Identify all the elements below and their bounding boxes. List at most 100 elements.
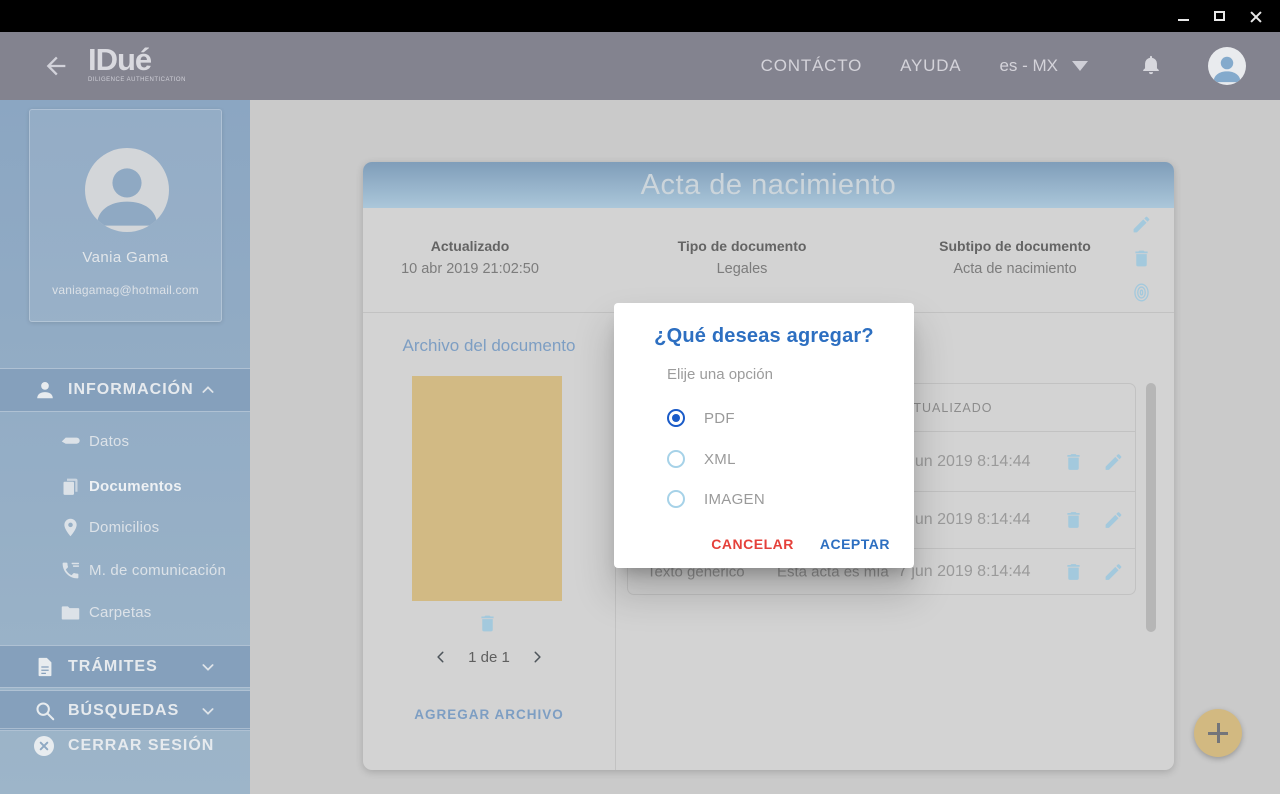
edit-icon[interactable] xyxy=(1131,214,1152,235)
documents-icon xyxy=(60,476,81,497)
pen-icon xyxy=(60,431,81,452)
nav-ayuda[interactable]: AYUDA xyxy=(900,56,961,76)
trash-icon[interactable] xyxy=(1131,248,1152,269)
add-file-button[interactable]: AGREGAR ARCHIVO xyxy=(363,707,615,722)
field-value: Acta de nacimiento xyxy=(953,261,1077,277)
section-label: BÚSQUEDAS xyxy=(68,701,180,719)
edit-icon[interactable] xyxy=(1103,451,1124,472)
logout-button[interactable]: CERRAR SESIÓN xyxy=(0,728,250,762)
pagination-label: 1 de 1 xyxy=(468,648,510,666)
minimize-button[interactable] xyxy=(1176,9,1190,23)
trash-icon[interactable] xyxy=(477,613,498,634)
close-button[interactable] xyxy=(1248,9,1262,23)
trash-icon[interactable] xyxy=(1063,510,1084,531)
radio-imagen[interactable] xyxy=(667,490,685,508)
location-pin-icon xyxy=(60,517,81,538)
cell-fecha: 7 jun 2019 8:14:44 xyxy=(898,563,1031,580)
add-file-dialog: ¿Qué deseas agregar? Elije una opción PD… xyxy=(614,303,914,568)
os-titlebar xyxy=(0,0,1280,32)
edit-icon[interactable] xyxy=(1103,562,1124,583)
option-imagen[interactable]: IMAGEN xyxy=(667,484,887,514)
item-label: Carpetas xyxy=(89,603,152,621)
document-title: Acta de nacimiento xyxy=(640,168,897,201)
close-icon xyxy=(1249,10,1262,23)
chevron-down-icon xyxy=(200,659,216,675)
maximize-icon xyxy=(1213,11,1225,21)
trash-icon[interactable] xyxy=(1063,451,1084,472)
section-label: INFORMACIÓN xyxy=(68,381,194,398)
nav-contacto[interactable]: CONTÁCTO xyxy=(761,56,862,76)
language-selector[interactable]: es - MX xyxy=(999,56,1088,76)
fingerprint-icon[interactable] xyxy=(1131,282,1152,303)
bell-icon xyxy=(1143,55,1159,75)
dialog-title: ¿Qué deseas agregar? xyxy=(654,325,874,347)
field-label: Subtipo de documento xyxy=(939,238,1091,254)
sidebar-item-documentos[interactable]: Documentos xyxy=(0,470,250,502)
field-tipo: Tipo de documento Legales xyxy=(632,238,852,277)
cell-fecha: 7 jun 2019 8:14:44 xyxy=(898,452,1031,470)
person-icon xyxy=(96,168,158,226)
person-icon xyxy=(34,379,56,401)
back-button[interactable] xyxy=(42,52,70,80)
search-icon xyxy=(34,700,56,722)
field-label: Actualizado xyxy=(430,238,510,254)
field-label: Tipo de documento xyxy=(677,238,807,254)
item-label: M. de comunicación xyxy=(89,561,226,579)
chevron-right-icon[interactable] xyxy=(530,650,544,664)
accept-button[interactable]: ACEPTAR xyxy=(820,536,890,552)
radio-xml[interactable] xyxy=(667,450,685,468)
logo-text: IDué xyxy=(88,42,152,77)
sidebar-section-informacion[interactable]: INFORMACIÓN xyxy=(0,368,250,412)
dialog-actions: CANCELAR ACEPTAR xyxy=(711,536,890,552)
item-label: Domicilios xyxy=(89,518,160,536)
sidebar-item-carpetas[interactable]: Carpetas xyxy=(0,596,250,628)
edit-icon[interactable] xyxy=(1103,510,1124,531)
close-circle-icon xyxy=(32,734,56,758)
sidebar-section-busquedas[interactable]: BÚSQUEDAS xyxy=(0,690,250,731)
sidebar: Vania Gama vaniagamag@hotmail.com INFORM… xyxy=(0,100,250,794)
table-scrollbar[interactable] xyxy=(1146,383,1156,632)
option-label: XML xyxy=(704,450,736,468)
field-value: Legales xyxy=(716,261,768,277)
document-banner: Acta de nacimiento xyxy=(363,162,1174,208)
item-label: Documentos xyxy=(89,477,182,495)
app-window: IDué DILIGENCE AUTHENTICATION CONTÁCTO A… xyxy=(0,0,1280,794)
arrow-left-icon xyxy=(46,56,66,76)
header-nav: CONTÁCTO AYUDA es - MX xyxy=(761,32,1246,100)
minimize-icon xyxy=(1177,19,1189,21)
document-thumbnail[interactable] xyxy=(412,376,562,601)
cancel-button[interactable]: CANCELAR xyxy=(711,536,794,552)
chevron-down-icon xyxy=(200,703,216,719)
field-subtipo: Subtipo de documento Acta de nacimiento xyxy=(905,238,1125,277)
sidebar-item-comunicacion[interactable]: M. de comunicación xyxy=(0,554,250,586)
plus-icon xyxy=(1208,723,1228,743)
section-label: TRÁMITES xyxy=(68,657,158,675)
user-avatar[interactable] xyxy=(1208,47,1246,85)
trash-icon[interactable] xyxy=(1063,562,1084,583)
option-label: PDF xyxy=(704,409,735,427)
field-actualizado: Actualizado 10 abr 2019 21:02:50 xyxy=(360,238,580,277)
add-fab[interactable] xyxy=(1194,709,1242,757)
archive-title: Archivo del documento xyxy=(402,336,576,355)
document-actions xyxy=(1126,214,1156,303)
logout-label: CERRAR SESIÓN xyxy=(68,736,215,754)
sidebar-item-domicilios[interactable]: Domicilios xyxy=(0,511,250,543)
sidebar-item-datos[interactable]: Datos xyxy=(0,425,250,457)
language-value: es - MX xyxy=(999,56,1058,75)
profile-name: Vania Gama xyxy=(82,249,169,266)
app-logo[interactable]: IDué DILIGENCE AUTHENTICATION xyxy=(88,42,186,84)
dialog-subtitle: Elije una opción xyxy=(667,366,773,383)
person-icon xyxy=(1213,56,1241,83)
option-pdf[interactable]: PDF xyxy=(667,403,887,433)
file-icon xyxy=(34,656,56,678)
option-xml[interactable]: XML xyxy=(667,444,887,474)
item-label: Datos xyxy=(89,432,130,450)
notifications-button[interactable] xyxy=(1140,54,1162,78)
chevron-down-icon xyxy=(1072,61,1088,71)
profile-card: Vania Gama vaniagamag@hotmail.com xyxy=(29,109,222,322)
sidebar-section-tramites[interactable]: TRÁMITES xyxy=(0,645,250,688)
radio-pdf[interactable] xyxy=(667,409,685,427)
maximize-button[interactable] xyxy=(1212,9,1226,23)
profile-avatar xyxy=(85,148,169,232)
chevron-left-icon[interactable] xyxy=(434,650,448,664)
